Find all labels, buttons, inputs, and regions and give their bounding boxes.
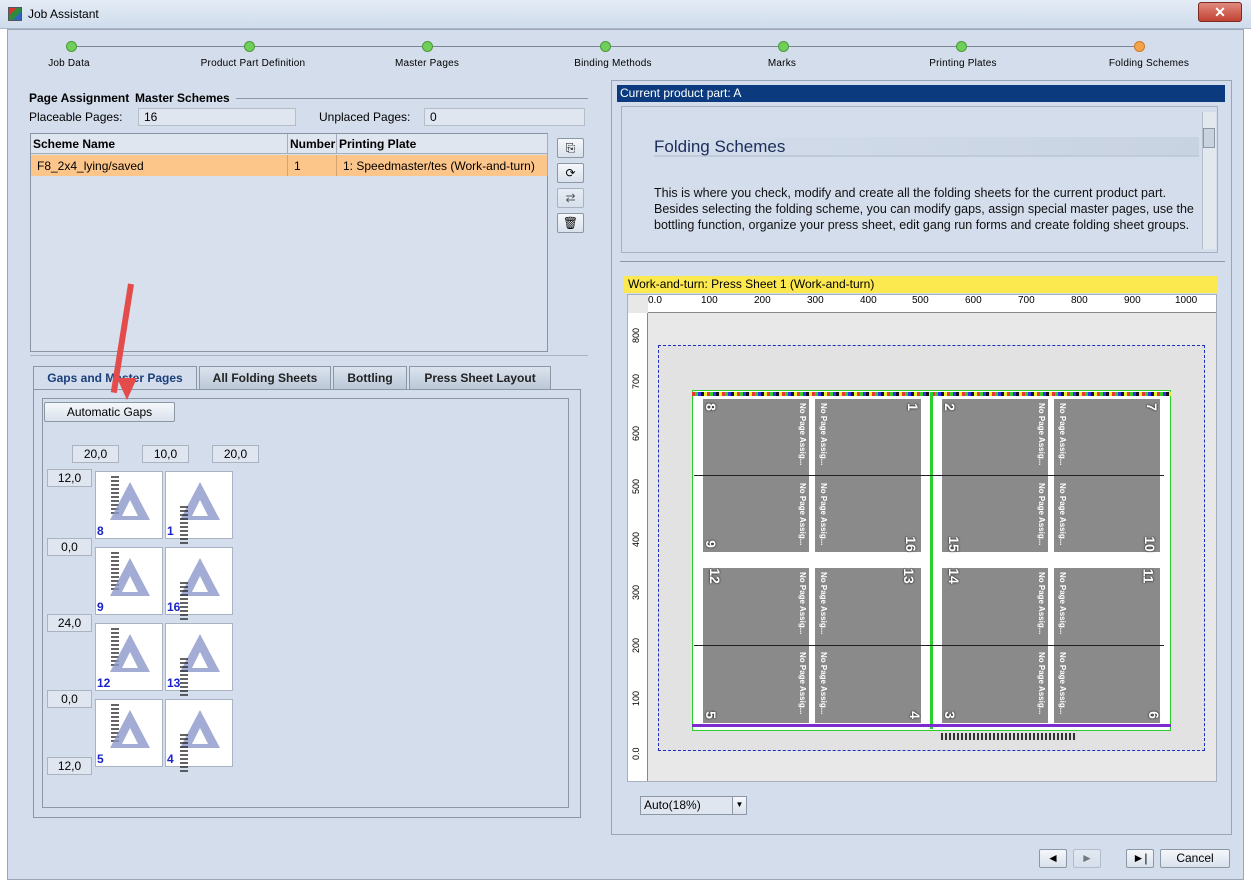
step-dot-master-pages[interactable]: [422, 41, 433, 52]
unplaced-label: Unplaced Pages:: [319, 110, 411, 124]
cell-number[interactable]: 1: [288, 155, 337, 176]
current-product-part: Current product part: A: [617, 85, 1225, 102]
col-header-number[interactable]: Number: [288, 134, 337, 154]
step-label-plates[interactable]: Printing Plates: [929, 58, 996, 69]
scroll-thumb[interactable]: [1203, 128, 1215, 148]
group-divider: [236, 98, 588, 99]
scheme-table: Scheme Name Number Printing Plate F8_2x4…: [30, 133, 548, 352]
unplaced-pages-field: 0: [424, 108, 585, 126]
cell-printing-plate[interactable]: 1: Speedmaster/tes (Work-and-turn): [337, 155, 548, 176]
col-gap-field[interactable]: 20,0: [72, 445, 119, 463]
step-label-product-part[interactable]: Product Part Definition: [201, 58, 306, 69]
tab-bottling[interactable]: Bottling: [333, 366, 407, 389]
row-gap-field[interactable]: 0,0: [47, 690, 92, 708]
page-thumbnail[interactable]: 5: [95, 699, 163, 767]
master-schemes-title: Master Schemes: [135, 91, 230, 105]
barcode-mark: [941, 733, 1077, 740]
row-gap-field[interactable]: 12,0: [47, 469, 92, 487]
zoom-dropdown-icon[interactable]: ▼: [732, 797, 746, 814]
center-line: [930, 392, 933, 729]
last-step-button[interactable]: ►|: [1126, 849, 1154, 868]
col-gap-field[interactable]: 10,0: [142, 445, 189, 463]
cell-scheme-name[interactable]: F8_2x4_lying/saved: [31, 155, 288, 176]
page-thumbnail[interactable]: 16: [165, 547, 233, 622]
help-title: Folding Schemes: [654, 137, 1199, 157]
placeable-pages-field: 16: [138, 108, 296, 126]
ruler-left: 800 700 600 500 400 300 200 100 0.0: [628, 313, 648, 781]
cancel-button[interactable]: Cancel: [1160, 849, 1230, 868]
fold-line: [694, 645, 1164, 646]
tab-press-sheet-layout[interactable]: Press Sheet Layout: [409, 366, 551, 389]
page-thumbnail[interactable]: 9: [95, 547, 163, 615]
step-dot-folding[interactable]: [1134, 41, 1145, 52]
col-header-plate[interactable]: Printing Plate: [337, 134, 548, 154]
step-dot-binding[interactable]: [600, 41, 611, 52]
row-gap-field[interactable]: 24,0: [47, 614, 92, 632]
page-thumbnail[interactable]: 1: [165, 471, 233, 546]
automatic-gaps-button[interactable]: Automatic Gaps: [44, 402, 175, 422]
col-header-scheme[interactable]: Scheme Name: [31, 134, 288, 154]
tab-all-folding-sheets[interactable]: All Folding Sheets: [199, 366, 331, 389]
gripper-line: [692, 724, 1171, 727]
page-thumbnail[interactable]: 8: [95, 471, 163, 539]
col-gap-field[interactable]: 20,0: [212, 445, 259, 463]
forward-button[interactable]: ►: [1073, 849, 1101, 868]
window-title: Job Assistant: [28, 7, 99, 21]
help-text: This is where you check, modify and crea…: [654, 186, 1194, 232]
step-label-marks[interactable]: Marks: [768, 58, 796, 69]
delete-scheme-button[interactable]: 🗑: [557, 213, 584, 233]
split-divider[interactable]: [30, 355, 588, 356]
step-label-folding[interactable]: Folding Schemes: [1109, 58, 1189, 69]
refresh-scheme-button[interactable]: ⟳: [557, 163, 584, 183]
fold-line: [694, 475, 1164, 476]
row-gap-field[interactable]: 0,0: [47, 538, 92, 556]
app-icon: [8, 7, 22, 21]
page-thumbnail[interactable]: 13: [165, 623, 233, 698]
step-dot-product-part[interactable]: [244, 41, 255, 52]
placeable-label: Placeable Pages:: [29, 110, 123, 124]
page-thumbnail[interactable]: 4: [165, 699, 233, 774]
close-button[interactable]: ✕: [1198, 2, 1242, 22]
step-dot-marks[interactable]: [778, 41, 789, 52]
zoom-select[interactable]: Auto(18%): [640, 796, 747, 815]
press-sheet-header: Work-and-turn: Press Sheet 1 (Work-and-t…: [624, 276, 1218, 293]
back-button[interactable]: ◄: [1039, 849, 1067, 868]
row-gap-field[interactable]: 12,0: [47, 757, 92, 775]
page-assignment-title: Page Assignment: [29, 91, 130, 105]
page-thumbnail[interactable]: 12: [95, 623, 163, 691]
annotation-arrow-head: [117, 378, 137, 400]
select-scheme-button[interactable]: ⎘: [557, 138, 584, 158]
step-dot-plates[interactable]: [956, 41, 967, 52]
step-label-binding[interactable]: Binding Methods: [574, 58, 652, 69]
ruler-top: 0.0 100 200 300 400 500 600 700 800 900 …: [648, 295, 1216, 313]
split-divider[interactable]: [620, 261, 1225, 262]
title-bar: [0, 0, 1251, 29]
wizard-steps: Job Data Product Part Definition Master …: [8, 32, 1243, 72]
step-label-master-pages[interactable]: Master Pages: [395, 58, 459, 69]
swap-scheme-button[interactable]: ⇄: [557, 188, 584, 208]
step-label-job-data[interactable]: Job Data: [48, 58, 90, 69]
step-dot-job-data[interactable]: [66, 41, 77, 52]
